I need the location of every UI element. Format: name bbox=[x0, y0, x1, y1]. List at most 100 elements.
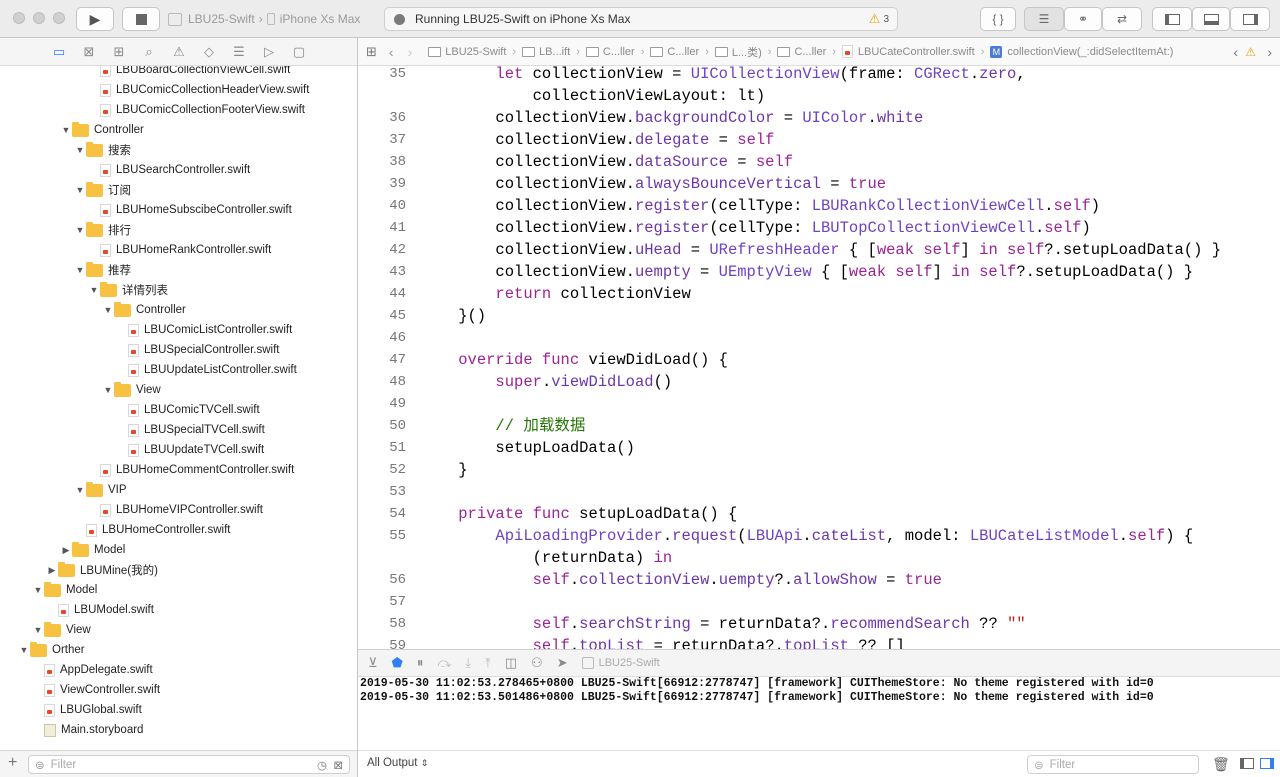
close-window-button[interactable] bbox=[13, 12, 25, 24]
code-review-button[interactable]: { } bbox=[980, 7, 1016, 31]
add-icon[interactable]: + bbox=[8, 754, 17, 772]
navigator-filter-field[interactable]: ⊜ Filter ◷ ⊠ bbox=[28, 755, 350, 774]
code-text[interactable]: super.viewDidLoad() bbox=[421, 371, 672, 393]
tree-file-row[interactable]: LBUComicListController.swift bbox=[0, 320, 292, 340]
trash-icon[interactable]: 🗑 bbox=[1212, 756, 1230, 773]
tree-folder-row[interactable]: ▼ Controller bbox=[0, 300, 186, 320]
tree-folder-row[interactable]: ▼ 搜索 bbox=[0, 140, 131, 160]
tree-folder-row[interactable]: ▼ Model bbox=[0, 580, 97, 600]
code-text[interactable]: let collectionView = UICollectionView(fr… bbox=[421, 66, 1025, 85]
tree-file-row[interactable]: AppDelegate.swift bbox=[0, 660, 153, 680]
scheme-selector[interactable]: LBU25-Swift › iPhone Xs Max bbox=[168, 7, 378, 31]
tree-file-row[interactable]: LBUGlobal.swift bbox=[0, 700, 142, 720]
disclosure-open-icon[interactable]: ▼ bbox=[32, 625, 44, 635]
code-text[interactable]: override func viewDidLoad() { bbox=[421, 349, 728, 371]
line-number[interactable]: 58 bbox=[358, 613, 406, 635]
variables-view-icon[interactable] bbox=[1240, 758, 1254, 769]
step-over-icon[interactable]: ⤼ bbox=[437, 655, 451, 671]
code-line[interactable]: 56 self.collectionView.uempty?.allowShow… bbox=[358, 569, 1280, 591]
code-line[interactable]: 38 collectionView.dataSource = self bbox=[358, 151, 1280, 173]
tree-folder-row[interactable]: ▼ 详情列表 bbox=[0, 280, 168, 300]
tree-file-row[interactable]: LBUHomeVIPController.swift bbox=[0, 500, 263, 520]
disclosure-open-icon[interactable]: ▼ bbox=[32, 585, 44, 595]
code-text[interactable]: collectionView.alwaysBounceVertical = tr… bbox=[421, 173, 886, 195]
code-text[interactable]: // 加载数据 bbox=[421, 415, 585, 437]
hide-debug-area-icon[interactable]: ⊻ bbox=[368, 655, 378, 671]
disclosure-closed-icon[interactable]: ▶ bbox=[46, 565, 58, 576]
memory-graph-icon[interactable]: ⚇ bbox=[531, 655, 543, 671]
forward-arrow-icon[interactable]: › bbox=[408, 44, 413, 60]
tree-folder-row[interactable]: ▼ 推荐 bbox=[0, 260, 131, 280]
code-text[interactable]: collectionView.uempty = UEmptyView { [we… bbox=[421, 261, 1193, 283]
breadcrumb-item[interactable]: C...ller bbox=[650, 46, 699, 58]
code-text[interactable]: self.topList = returnData?.topList ?? [] bbox=[421, 635, 905, 649]
breadcrumb-item[interactable]: C...ller bbox=[585, 46, 635, 58]
code-text[interactable] bbox=[421, 393, 458, 415]
view-debugger-icon[interactable]: ◫ bbox=[505, 655, 517, 671]
tree-folder-row[interactable]: ▶ LBUMine(我的) bbox=[0, 560, 158, 580]
code-text[interactable]: self.searchString = returnData?.recommen… bbox=[421, 613, 1026, 635]
code-text[interactable] bbox=[421, 481, 458, 503]
line-number[interactable]: 43 bbox=[358, 261, 406, 283]
line-number[interactable]: 44 bbox=[358, 283, 406, 305]
line-number[interactable]: 50 bbox=[358, 415, 406, 437]
tree-folder-row[interactable]: ▼ Controller bbox=[0, 120, 144, 140]
breadcrumb-item[interactable]: L...类) bbox=[714, 44, 762, 60]
code-line[interactable]: 46 bbox=[358, 327, 1280, 349]
tree-file-row[interactable]: LBUBoardCollectionViewCell.swift bbox=[0, 66, 290, 80]
code-text[interactable]: collectionView.backgroundColor = UIColor… bbox=[421, 107, 923, 129]
tree-file-row[interactable]: LBUComicCollectionFooterView.swift bbox=[0, 100, 305, 120]
code-line[interactable]: 35 let collectionView = UICollectionView… bbox=[358, 66, 1280, 85]
line-number[interactable]: 53 bbox=[358, 481, 406, 503]
modified-files-icon[interactable]: ⊠ bbox=[333, 758, 343, 772]
code-text[interactable] bbox=[421, 327, 458, 349]
code-line[interactable]: 58 self.searchString = returnData?.recom… bbox=[358, 613, 1280, 635]
line-number[interactable]: 40 bbox=[358, 195, 406, 217]
breadcrumb-item[interactable]: LBU25-Swift bbox=[428, 46, 506, 58]
line-number[interactable]: 57 bbox=[358, 591, 406, 613]
console-filter-field[interactable]: ⊜ Filter bbox=[1027, 755, 1199, 774]
breakpoints-toggle-icon[interactable]: ⬟ bbox=[392, 655, 403, 671]
code-line[interactable]: 44 return collectionView bbox=[358, 283, 1280, 305]
code-text[interactable]: collectionView.dataSource = self bbox=[421, 151, 793, 173]
tree-file-row[interactable]: LBUHomeRankController.swift bbox=[0, 240, 271, 260]
code-text[interactable]: ApiLoadingProvider.request(LBUApi.cateLi… bbox=[421, 525, 1193, 547]
tree-folder-row[interactable]: ▼ 订阅 bbox=[0, 180, 131, 200]
code-line[interactable]: 50 // 加载数据 bbox=[358, 415, 1280, 437]
tree-folder-row[interactable]: ▼ View bbox=[0, 380, 161, 400]
source-control-icon[interactable]: ⊠ bbox=[74, 44, 104, 60]
code-line[interactable]: collectionViewLayout: lt) bbox=[358, 85, 1280, 107]
toggle-navigator-button[interactable] bbox=[1152, 7, 1192, 31]
debug-icon[interactable]: ☰ bbox=[224, 44, 254, 60]
code-line[interactable]: 54 private func setupLoadData() { bbox=[358, 503, 1280, 525]
zoom-window-button[interactable] bbox=[53, 12, 65, 24]
prev-issue-icon[interactable]: ‹ bbox=[1233, 44, 1238, 60]
tree-folder-row[interactable]: ▼ 排行 bbox=[0, 220, 131, 240]
disclosure-open-icon[interactable]: ▼ bbox=[88, 285, 100, 295]
code-line[interactable]: 51 setupLoadData() bbox=[358, 437, 1280, 459]
code-line[interactable]: 41 collectionView.register(cellType: LBU… bbox=[358, 217, 1280, 239]
line-number[interactable]: 45 bbox=[358, 305, 406, 327]
code-text[interactable]: } bbox=[421, 459, 467, 481]
disclosure-open-icon[interactable]: ▼ bbox=[18, 645, 30, 655]
related-items-icon[interactable]: ⊞ bbox=[366, 44, 377, 60]
breadcrumb-item[interactable]: C...ller bbox=[777, 46, 826, 58]
warning-icon[interactable]: ⚠ bbox=[1245, 45, 1256, 59]
code-text[interactable]: collectionView.delegate = self bbox=[421, 129, 774, 151]
run-button[interactable]: ▶ bbox=[76, 7, 114, 31]
disclosure-open-icon[interactable]: ▼ bbox=[74, 225, 86, 235]
tree-folder-row[interactable]: ▼ View bbox=[0, 620, 91, 640]
standard-editor-button[interactable]: ☰ bbox=[1024, 7, 1064, 31]
code-text[interactable]: collectionView.uHead = URefreshHeader { … bbox=[421, 239, 1221, 261]
tree-file-row[interactable]: LBUSpecialTVCell.swift bbox=[0, 420, 265, 440]
tree-file-row[interactable]: LBUSpecialController.swift bbox=[0, 340, 280, 360]
output-selector[interactable]: All Output ⇕ bbox=[367, 757, 428, 769]
code-line[interactable]: 40 collectionView.register(cellType: LBU… bbox=[358, 195, 1280, 217]
tree-folder-row[interactable]: ▼ Orther bbox=[0, 640, 85, 660]
next-issue-icon[interactable]: › bbox=[1267, 44, 1272, 60]
breakpoint-icon[interactable]: ▷ bbox=[254, 44, 284, 60]
line-number[interactable]: 39 bbox=[358, 173, 406, 195]
code-line[interactable]: 52 } bbox=[358, 459, 1280, 481]
simulate-location-icon[interactable]: ➤ bbox=[557, 655, 568, 671]
console-output[interactable]: 2019-05-30 11:02:53.278465+0800 LBU25-Sw… bbox=[358, 677, 1280, 750]
